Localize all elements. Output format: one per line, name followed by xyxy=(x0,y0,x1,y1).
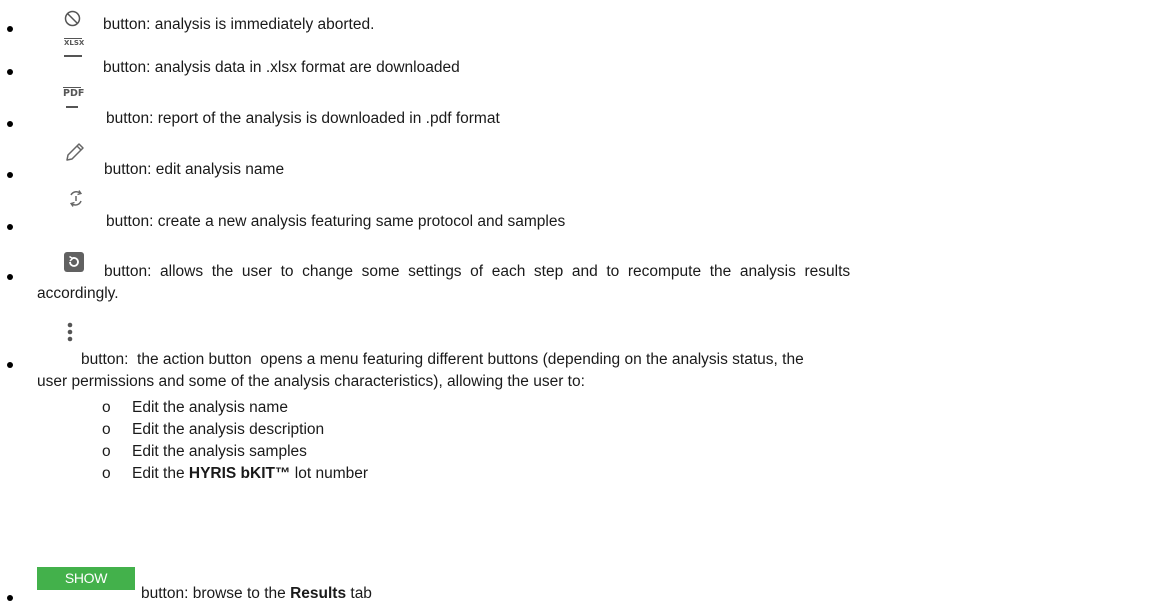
list-item: button: allows the user to change some s… xyxy=(0,250,1157,320)
bullet xyxy=(7,121,13,127)
bullet xyxy=(7,224,13,230)
item-text: button: create a new analysis featuring … xyxy=(106,213,566,230)
show-results-button[interactable]: SHOW RESULTS xyxy=(37,567,135,609)
list-item: PDF button: report of the analysis is do… xyxy=(0,84,1157,134)
bullet xyxy=(7,172,13,178)
item-text: button: browse to the Results tab xyxy=(141,585,372,602)
pdf-download-icon: PDF xyxy=(63,87,84,111)
list-item: button: create a new analysis featuring … xyxy=(0,186,1157,246)
list-item: button: analysis is immediately aborted. xyxy=(0,0,1157,34)
item-text-continued: user permissions and some of the analysi… xyxy=(37,373,585,390)
pencil-icon xyxy=(66,143,84,161)
item-text-continued: accordingly. xyxy=(37,285,119,302)
item-text: button: report of the analysis is downlo… xyxy=(106,110,500,127)
bullet xyxy=(7,362,13,368)
product-name: HYRIS bKIT™ xyxy=(188,465,291,482)
item-text: button: edit analysis name xyxy=(104,161,285,178)
item-text: button: allows the user to change some s… xyxy=(104,263,851,280)
bullet xyxy=(7,274,13,280)
bullet xyxy=(7,26,13,32)
item-text: button: analysis data in .xlsx format ar… xyxy=(103,59,460,76)
list-item: XLSX button: analysis data in .xlsx form… xyxy=(0,36,1157,86)
results-tab-name: Results xyxy=(290,585,347,602)
abort-icon xyxy=(64,10,81,27)
list-item: button: edit analysis name xyxy=(0,136,1157,184)
xlsx-download-icon: XLSX xyxy=(64,38,84,57)
clone-icon xyxy=(69,190,83,207)
item-text: button: analysis is immediately aborted. xyxy=(103,16,375,33)
kebab-menu-icon xyxy=(67,322,73,342)
bullet xyxy=(7,595,13,601)
recompute-icon xyxy=(64,252,84,272)
item-text: button: the action button opens a menu f… xyxy=(81,351,804,368)
bullet xyxy=(7,69,13,75)
